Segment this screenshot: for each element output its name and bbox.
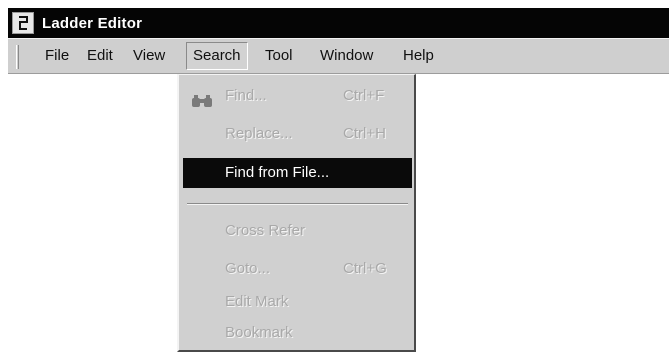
menu-item-bookmark[interactable]: Bookmark (183, 318, 412, 348)
binoculars-icon (191, 89, 213, 119)
menu-tool[interactable]: Tool (265, 47, 293, 65)
menu-file-label: File (45, 47, 70, 64)
ladder-editor-window: Ladder Editor File Edit View Search Tool… (0, 0, 669, 352)
menu-item-find-from-file-label: Find from File... (225, 164, 330, 181)
title-bar[interactable]: Ladder Editor (8, 8, 669, 38)
menu-item-edit-mark[interactable]: Edit Mark (183, 287, 412, 317)
menu-item-replace-shortcut: Ctrl+H (343, 125, 386, 142)
menu-item-goto-label: Goto... (225, 260, 271, 277)
menu-search[interactable]: Search (186, 42, 248, 70)
menu-search-label: Search (193, 47, 241, 64)
menu-tool-label: Tool (265, 47, 293, 64)
menu-item-find-label: Find... (225, 87, 267, 104)
window-title: Ladder Editor (42, 14, 143, 32)
ladder-editor-app-icon[interactable] (12, 12, 34, 34)
menu-window-label: Window (320, 47, 374, 64)
menu-item-find[interactable]: Find... Ctrl+F (183, 81, 412, 111)
menu-item-find-shortcut: Ctrl+F (343, 87, 385, 104)
menu-file[interactable]: File (45, 47, 69, 65)
menu-item-replace-label: Replace... (225, 125, 293, 142)
menu-bar-grip[interactable] (16, 45, 19, 69)
menu-window[interactable]: Window (320, 47, 373, 65)
menu-edit-label: Edit (87, 47, 113, 64)
menu-bar: File Edit View Search Tool Window Help (8, 38, 669, 74)
menu-item-find-from-file[interactable]: Find from File... (183, 158, 412, 188)
menu-item-goto-shortcut: Ctrl+G (343, 260, 387, 277)
menu-item-replace[interactable]: Replace... Ctrl+H (183, 119, 412, 149)
menu-item-goto[interactable]: Goto... Ctrl+G (183, 254, 412, 284)
menu-view-label: View (133, 47, 166, 64)
menu-item-bookmark-label: Bookmark (225, 324, 293, 341)
menu-item-cross-refer[interactable]: Cross Refer (183, 216, 412, 246)
menu-item-cross-refer-label: Cross Refer (225, 222, 306, 239)
menu-separator (187, 203, 408, 205)
menu-view[interactable]: View (133, 47, 165, 65)
search-menu-dropdown: Find... Ctrl+F Replace... Ctrl+H Find fr… (177, 74, 416, 352)
menu-help[interactable]: Help (403, 47, 434, 65)
menu-help-label: Help (403, 47, 434, 64)
menu-item-edit-mark-label: Edit Mark (225, 293, 289, 310)
menu-edit[interactable]: Edit (87, 47, 113, 65)
